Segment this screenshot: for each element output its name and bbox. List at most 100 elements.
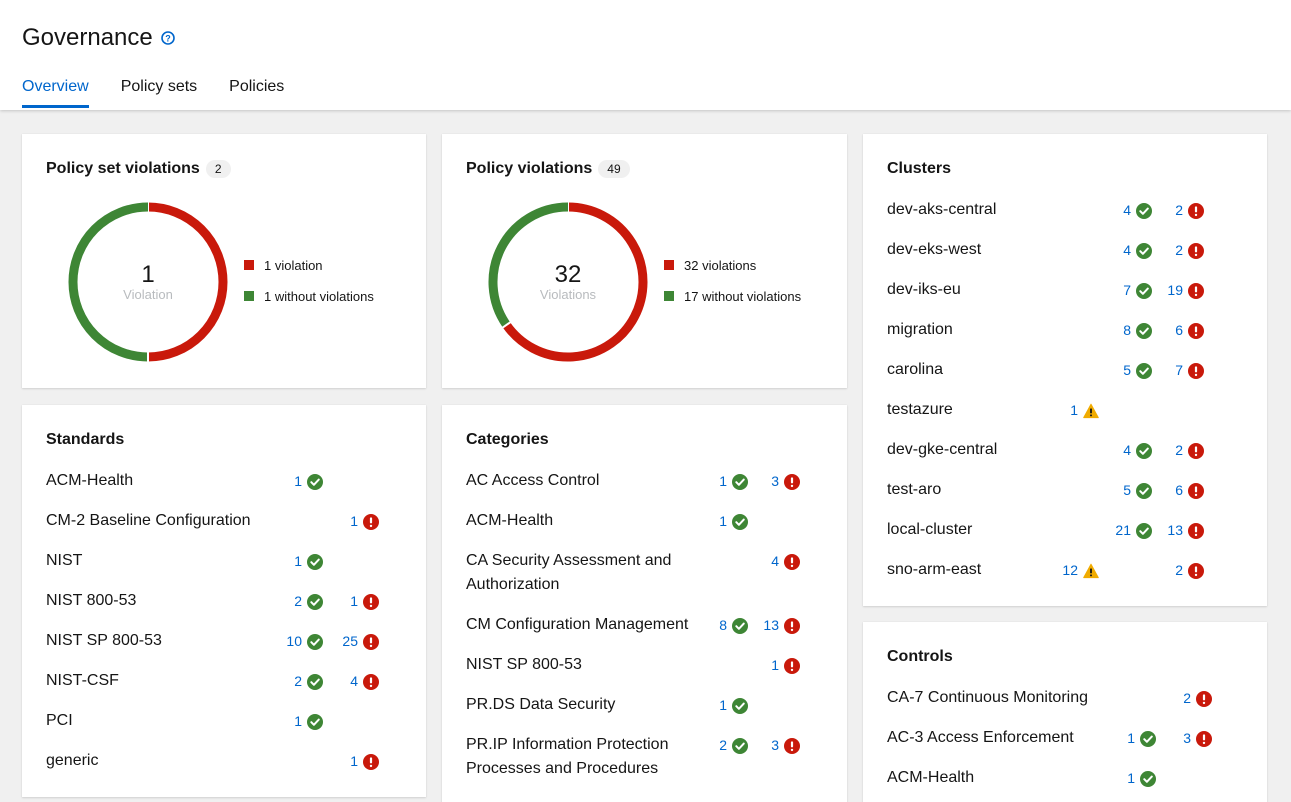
- violation-count[interactable]: 2: [1175, 438, 1204, 462]
- count-value[interactable]: 1: [350, 509, 358, 533]
- count-value[interactable]: 3: [771, 469, 779, 493]
- violation-count[interactable]: 4: [771, 549, 800, 573]
- count-value[interactable]: 1: [294, 469, 302, 493]
- compliant-count[interactable]: 1: [1127, 766, 1156, 790]
- violation-count[interactable]: 19: [1167, 278, 1204, 302]
- donut-chart[interactable]: 32 Violations: [486, 200, 650, 364]
- compliant-count[interactable]: 1: [719, 509, 748, 533]
- legend-item-without[interactable]: 1 without violations: [244, 289, 374, 304]
- count-value[interactable]: 1: [719, 469, 727, 493]
- violation-count[interactable]: 6: [1175, 318, 1204, 342]
- count-value[interactable]: 7: [1123, 278, 1131, 302]
- violation-count[interactable]: 13: [763, 613, 800, 637]
- count-value[interactable]: 1: [350, 589, 358, 613]
- warning-count[interactable]: 1: [1070, 398, 1099, 422]
- violation-count[interactable]: 3: [771, 469, 800, 493]
- compliant-count[interactable]: 1: [719, 469, 748, 493]
- count-value[interactable]: 1: [771, 653, 779, 677]
- violation-count[interactable]: 1: [771, 653, 800, 677]
- compliant-count[interactable]: 5: [1123, 358, 1152, 382]
- count-value[interactable]: 5: [1123, 358, 1131, 382]
- legend-item-without[interactable]: 17 without violations: [664, 289, 801, 304]
- count-value[interactable]: 2: [1175, 198, 1183, 222]
- count-value[interactable]: 4: [1123, 438, 1131, 462]
- compliant-count[interactable]: 2: [294, 669, 323, 693]
- tab-overview[interactable]: Overview: [22, 78, 89, 108]
- compliant-count[interactable]: 7: [1123, 278, 1152, 302]
- violation-count[interactable]: 13: [1167, 518, 1204, 542]
- compliant-count[interactable]: 1: [294, 549, 323, 573]
- violation-count[interactable]: 7: [1175, 358, 1204, 382]
- exclamation-circle-icon: [1188, 562, 1204, 579]
- count-value[interactable]: 4: [1123, 198, 1131, 222]
- violation-count[interactable]: 2: [1175, 558, 1204, 582]
- count-value[interactable]: 1: [719, 693, 727, 717]
- count-value[interactable]: 8: [1123, 318, 1131, 342]
- violation-count[interactable]: 1: [350, 589, 379, 613]
- count-value[interactable]: 4: [1123, 238, 1131, 262]
- count-value[interactable]: 1: [294, 709, 302, 733]
- compliant-count[interactable]: 10: [286, 629, 323, 653]
- count-value[interactable]: 7: [1175, 358, 1183, 382]
- count-value[interactable]: 1: [294, 549, 302, 573]
- compliant-count[interactable]: 8: [1123, 318, 1152, 342]
- legend-item-violations[interactable]: 1 violation: [244, 258, 374, 273]
- count-value[interactable]: 2: [1175, 558, 1183, 582]
- count-value[interactable]: 3: [1183, 726, 1191, 750]
- count-value[interactable]: 12: [1062, 558, 1078, 582]
- tab-policies[interactable]: Policies: [229, 78, 284, 106]
- count-value[interactable]: 1: [719, 509, 727, 533]
- violation-count[interactable]: 2: [1175, 198, 1204, 222]
- count-value[interactable]: 5: [1123, 478, 1131, 502]
- count-value[interactable]: 2: [1183, 686, 1191, 710]
- violation-count[interactable]: 25: [342, 629, 379, 653]
- count-value[interactable]: 6: [1175, 318, 1183, 342]
- count-value[interactable]: 6: [1175, 478, 1183, 502]
- violation-count[interactable]: 2: [1183, 686, 1212, 710]
- count-value[interactable]: 10: [286, 629, 302, 653]
- violation-count[interactable]: 1: [350, 509, 379, 533]
- violation-count[interactable]: 1: [350, 749, 379, 773]
- count-value[interactable]: 21: [1115, 518, 1131, 542]
- count-value[interactable]: 4: [350, 669, 358, 693]
- compliant-count[interactable]: 4: [1123, 238, 1152, 262]
- compliant-count[interactable]: 21: [1115, 518, 1152, 542]
- violation-count[interactable]: 4: [350, 669, 379, 693]
- count-value[interactable]: 4: [771, 549, 779, 573]
- violation-count[interactable]: 3: [771, 733, 800, 757]
- compliant-count[interactable]: 8: [719, 613, 748, 637]
- count-value[interactable]: 3: [771, 733, 779, 757]
- help-icon[interactable]: ?: [160, 31, 175, 45]
- donut-chart[interactable]: 1 Violation: [66, 200, 230, 364]
- count-value[interactable]: 25: [342, 629, 358, 653]
- count-value[interactable]: 1: [350, 749, 358, 773]
- compliant-count[interactable]: 4: [1123, 438, 1152, 462]
- count-value[interactable]: 1: [1127, 726, 1135, 750]
- compliant-count[interactable]: 2: [719, 733, 748, 757]
- count-value[interactable]: 2: [1175, 438, 1183, 462]
- compliant-count[interactable]: 4: [1123, 198, 1152, 222]
- violation-count[interactable]: 2: [1175, 238, 1204, 262]
- warning-count[interactable]: 12: [1062, 558, 1099, 582]
- compliant-count[interactable]: 1: [294, 469, 323, 493]
- count-value[interactable]: 1: [1070, 398, 1078, 422]
- count-value[interactable]: 13: [763, 613, 779, 637]
- count-value[interactable]: 13: [1167, 518, 1183, 542]
- count-value[interactable]: 2: [1175, 238, 1183, 262]
- count-value[interactable]: 8: [719, 613, 727, 637]
- compliant-count[interactable]: 1: [294, 709, 323, 733]
- count-value[interactable]: 2: [294, 669, 302, 693]
- compliant-count[interactable]: 1: [719, 693, 748, 717]
- count-value[interactable]: 19: [1167, 278, 1183, 302]
- violation-count[interactable]: 3: [1183, 726, 1212, 750]
- compliant-count[interactable]: 1: [1127, 726, 1156, 750]
- violation-count[interactable]: 6: [1175, 478, 1204, 502]
- count-value[interactable]: 2: [719, 733, 727, 757]
- count-value[interactable]: 2: [294, 589, 302, 613]
- compliant-count[interactable]: 2: [294, 589, 323, 613]
- legend-item-violations[interactable]: 32 violations: [664, 258, 801, 273]
- compliant-count[interactable]: 5: [1123, 478, 1152, 502]
- count-value[interactable]: 1: [1127, 766, 1135, 790]
- tab-policy-sets[interactable]: Policy sets: [121, 78, 197, 106]
- list-item: PCI 1: [46, 709, 402, 733]
